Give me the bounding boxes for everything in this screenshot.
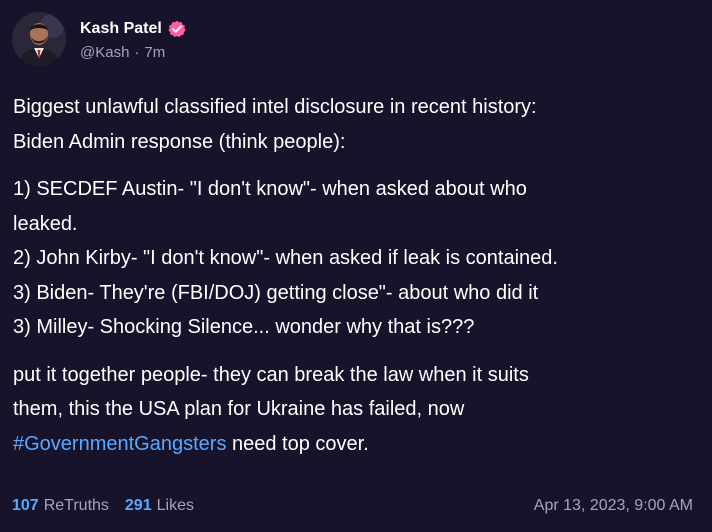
post-line: leaked. (13, 212, 78, 235)
likes-count: 291 (124, 497, 152, 514)
post-line-with-hashtag: #GovernmentGangsters need top cover. (13, 427, 693, 462)
post-line: 1) SECDEF Austin- "I don't know"- when a… (13, 178, 527, 200)
handle-row: @Kash · 7m (80, 44, 186, 61)
post-timestamp[interactable]: Apr 13, 2023, 9:00 AM (534, 497, 693, 515)
retruths-stat[interactable]: 107 ReTruths (12, 497, 109, 515)
hashtag-link[interactable]: #GovernmentGangsters (13, 433, 226, 455)
retruths-count: 107 (12, 497, 39, 514)
post-header: Kash Patel @Kash · 7m (12, 12, 186, 66)
verified-badge-icon (168, 20, 186, 38)
likes-stat[interactable]: 291 Likes (125, 497, 194, 515)
avatar-image (12, 12, 66, 66)
post-line: them, this the USA plan for Ukraine has … (13, 398, 465, 420)
author-info: Kash Patel @Kash · 7m (80, 17, 186, 61)
relative-time[interactable]: 7m (144, 44, 165, 61)
post-line: 3) Milley- Shocking Silence... wonder wh… (13, 316, 475, 338)
likes-label: Likes (156, 497, 194, 514)
post-paragraph: Biggest unlawful classified intel disclo… (13, 90, 693, 159)
truth-post-card: Kash Patel @Kash · 7m Biggest unlawful c… (0, 0, 712, 532)
post-line: 3) Biden- They're (FBI/DOJ) getting clos… (13, 281, 539, 304)
post-paragraph: put it together people- they can break t… (13, 358, 693, 462)
post-paragraph: 1) SECDEF Austin- "I don't know"- when a… (13, 172, 693, 345)
handle[interactable]: @Kash (80, 44, 129, 61)
display-name[interactable]: Kash Patel (80, 20, 162, 38)
post-line: Biden Admin response (think people): (13, 130, 346, 153)
post-body: Biggest unlawful classified intel disclo… (13, 90, 693, 461)
post-footer: 107 ReTruths 291 Likes Apr 13, 2023, 9:00 … (12, 494, 693, 518)
name-row: Kash Patel (80, 17, 186, 41)
post-line: put it together people- they can break t… (13, 363, 529, 386)
separator-dot: · (134, 44, 140, 61)
post-line: 2) John Kirby- "I don't know"- when aske… (13, 247, 558, 269)
retruths-label: ReTruths (43, 497, 109, 514)
avatar[interactable] (12, 12, 66, 66)
post-line: Biggest unlawful classified intel disclo… (13, 96, 537, 118)
post-text-tail: need top cover. (226, 432, 369, 455)
